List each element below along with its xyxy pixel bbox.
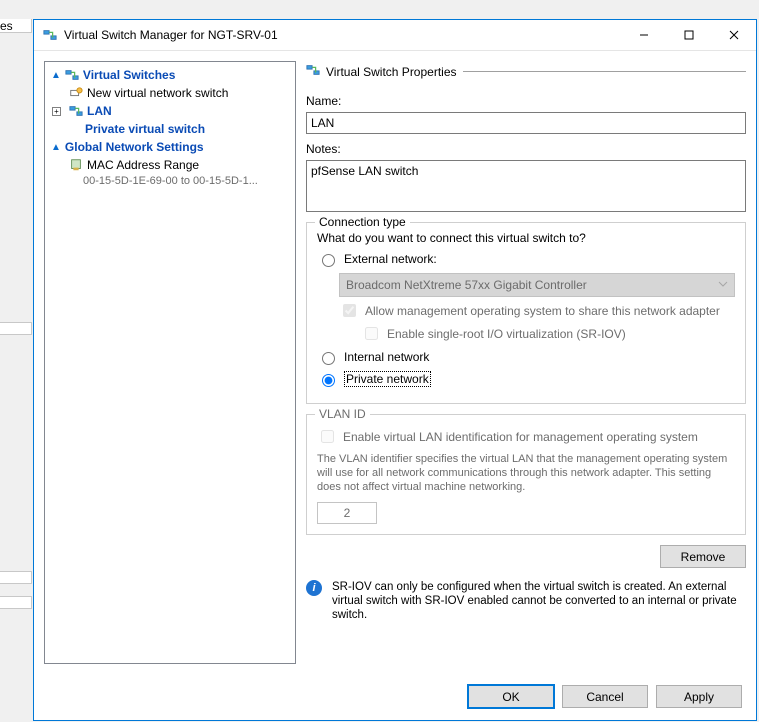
chk-allow-mgmt-label: Allow management operating system to sha… xyxy=(365,304,720,318)
bg-fragment xyxy=(0,571,32,584)
notes-label: Notes: xyxy=(306,142,746,156)
collapse-icon: ▲ xyxy=(51,70,61,81)
virtual-switch-icon xyxy=(65,68,79,82)
info-icon: i xyxy=(306,580,322,596)
tree-section-label: Virtual Switches xyxy=(83,68,175,82)
close-button[interactable] xyxy=(711,20,756,50)
ok-button[interactable]: OK xyxy=(468,685,554,708)
tree-section-label: Global Network Settings xyxy=(65,140,204,154)
chk-sriov-label: Enable single-root I/O virtualization (S… xyxy=(387,327,626,341)
group-connection-type: Connection type What do you want to conn… xyxy=(306,222,746,404)
minimize-button[interactable] xyxy=(621,20,666,50)
vlan-id-input xyxy=(317,502,377,524)
radio-external-label: External network: xyxy=(344,252,437,266)
chk-sriov-row: Enable single-root I/O virtualization (S… xyxy=(361,324,735,343)
group-vlan: VLAN ID Enable virtual LAN identificatio… xyxy=(306,414,746,535)
chk-allow-mgmt xyxy=(343,304,356,317)
tree-item-new-switch[interactable]: New virtual network switch xyxy=(45,84,295,102)
radio-private-label: Private network xyxy=(344,371,431,387)
adapter-text: Broadcom NetXtreme 57xx Gigabit Controll… xyxy=(346,278,587,292)
radio-internal-row[interactable]: Internal network xyxy=(317,349,735,365)
tree-item-label: MAC Address Range xyxy=(87,158,199,172)
panel-header: Virtual Switch Properties xyxy=(326,65,457,79)
radio-external-row[interactable]: External network: xyxy=(317,251,735,267)
properties-panel: Virtual Switch Properties Name: Notes: C… xyxy=(306,61,746,664)
remove-button[interactable]: Remove xyxy=(660,545,746,568)
chevron-down-icon xyxy=(718,278,728,292)
separator xyxy=(463,71,747,72)
group-legend: VLAN ID xyxy=(315,407,370,421)
tree-item-label: Private virtual switch xyxy=(85,122,205,136)
dialog-footer: OK Cancel Apply xyxy=(34,674,756,720)
chk-vlan-label: Enable virtual LAN identification for ma… xyxy=(343,430,698,444)
virtual-switch-icon xyxy=(42,27,58,43)
switch-icon xyxy=(69,104,83,118)
cancel-button[interactable]: Cancel xyxy=(562,685,648,708)
radio-internal-label: Internal network xyxy=(344,350,429,364)
maximize-button[interactable] xyxy=(666,20,711,50)
chk-vlan-enable xyxy=(321,430,334,443)
notes-input[interactable] xyxy=(306,160,746,212)
name-input[interactable] xyxy=(306,112,746,134)
info-text: SR-IOV can only be configured when the v… xyxy=(332,580,746,622)
tree-item-label: LAN xyxy=(87,104,112,118)
expand-icon[interactable]: + xyxy=(52,107,61,116)
group-legend: Connection type xyxy=(315,215,410,229)
vlan-help-text: The VLAN identifier specifies the virtua… xyxy=(317,452,735,494)
chk-vlan-row: Enable virtual LAN identification for ma… xyxy=(317,427,735,446)
dialog-virtual-switch-manager: Virtual Switch Manager for NGT-SRV-01 ▲ … xyxy=(33,19,757,721)
chk-sriov xyxy=(365,327,378,340)
apply-button[interactable]: Apply xyxy=(656,685,742,708)
radio-internal[interactable] xyxy=(322,352,335,365)
titlebar[interactable]: Virtual Switch Manager for NGT-SRV-01 xyxy=(34,20,756,51)
new-switch-icon xyxy=(69,86,83,100)
tree-section-global[interactable]: ▲ Global Network Settings xyxy=(45,138,295,156)
tree-item-mac-range-sub: 00-15-5D-1E-69-00 to 00-15-5D-1... xyxy=(45,174,295,188)
chk-allow-mgmt-row: Allow management operating system to sha… xyxy=(339,301,735,320)
external-adapter-select: Broadcom NetXtreme 57xx Gigabit Controll… xyxy=(339,273,735,297)
radio-private[interactable] xyxy=(322,374,335,387)
radio-external[interactable] xyxy=(322,254,335,267)
info-note: i SR-IOV can only be configured when the… xyxy=(306,580,746,622)
tree-section-virtual-switches[interactable]: ▲ Virtual Switches xyxy=(45,66,295,84)
tree-item-lan[interactable]: + LAN xyxy=(45,102,295,120)
tree-panel: ▲ Virtual Switches New virtual network s… xyxy=(44,61,296,664)
window-title: Virtual Switch Manager for NGT-SRV-01 xyxy=(64,28,621,42)
radio-private-row[interactable]: Private network xyxy=(317,371,735,387)
connection-question: What do you want to connect this virtual… xyxy=(317,231,735,245)
tree-item-label: New virtual network switch xyxy=(87,86,228,100)
collapse-icon: ▲ xyxy=(51,142,61,153)
bg-fragment: es xyxy=(0,19,32,33)
virtual-switch-icon xyxy=(306,63,320,80)
tree-item-lan-sub[interactable]: Private virtual switch xyxy=(45,120,295,138)
nic-icon xyxy=(69,158,83,172)
name-label: Name: xyxy=(306,94,746,108)
bg-fragment xyxy=(0,322,32,335)
bg-fragment xyxy=(0,596,32,609)
tree-item-mac-range[interactable]: MAC Address Range xyxy=(45,156,295,174)
